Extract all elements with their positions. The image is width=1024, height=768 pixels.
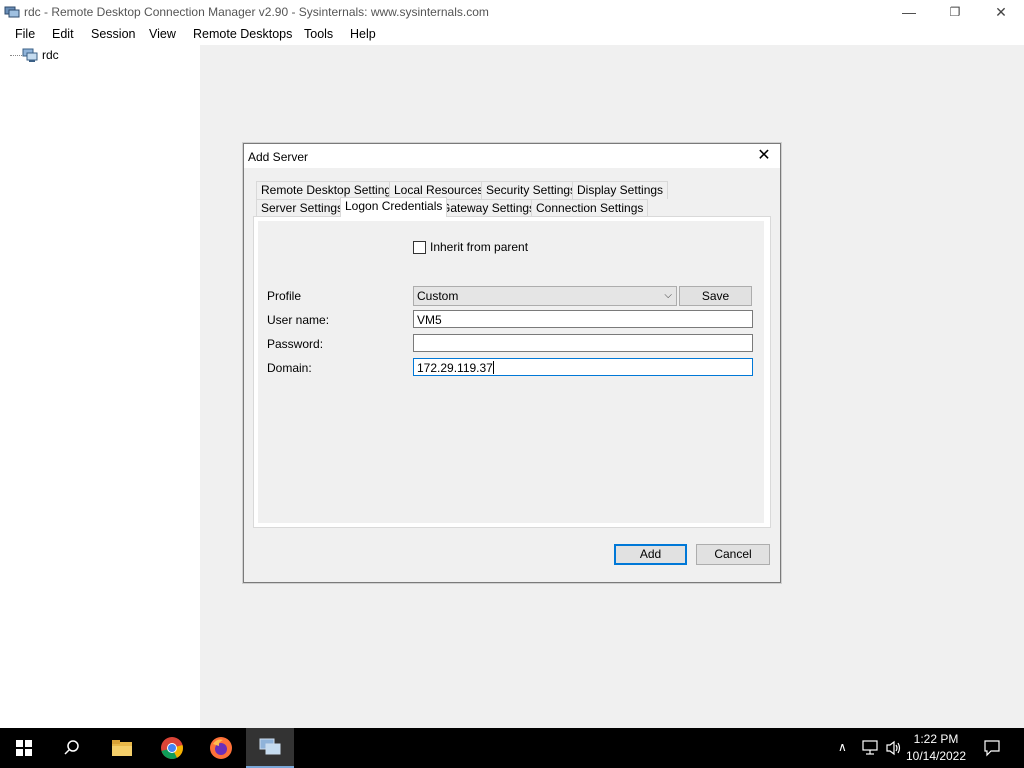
windows-start-icon[interactable] xyxy=(0,728,48,768)
inherit-from-parent-checkbox[interactable] xyxy=(413,241,426,254)
window-title: rdc - Remote Desktop Connection Manager … xyxy=(24,5,489,19)
menu-file[interactable]: File xyxy=(15,27,35,41)
search-icon[interactable] xyxy=(48,728,96,768)
menu-help[interactable]: Help xyxy=(350,27,376,41)
close-button[interactable]: ✕ xyxy=(978,0,1024,24)
menu-remote-desktops[interactable]: Remote Desktops xyxy=(193,27,292,41)
tab-connection-settings[interactable]: Connection Settings xyxy=(531,199,649,217)
password-field[interactable] xyxy=(413,334,753,352)
tree-connector xyxy=(10,55,22,56)
taskbar: ∧ 1:22 PM 10/14/2022 xyxy=(0,728,1024,768)
tab-display-settings[interactable]: Display Settings xyxy=(572,181,669,199)
rdcman-app-icon xyxy=(4,6,20,18)
clock-time: 1:22 PM xyxy=(913,732,959,746)
file-explorer-icon[interactable] xyxy=(98,728,146,768)
chevron-up-icon[interactable]: ∧ xyxy=(838,740,847,754)
add-button[interactable]: Add xyxy=(614,544,687,565)
tab-server-settings[interactable]: Server Settings xyxy=(256,199,349,217)
clock-date: 10/14/2022 xyxy=(905,749,967,763)
add-server-dialog: Add Server ✕ Remote Desktop Settings Loc… xyxy=(243,143,781,583)
tab-logon-credentials[interactable]: Logon Credentials xyxy=(340,197,448,217)
volume-icon[interactable] xyxy=(885,740,903,756)
text-caret xyxy=(492,361,494,374)
server-group-icon xyxy=(22,48,38,62)
tab-gateway-settings[interactable]: Gateway Settings xyxy=(436,199,541,217)
menu-view[interactable]: View xyxy=(149,27,176,41)
cancel-button[interactable]: Cancel xyxy=(696,544,770,565)
password-label: Password: xyxy=(267,337,324,351)
rdcman-icon[interactable] xyxy=(246,728,294,768)
menu-bar: File Edit Session View Remote Desktops T… xyxy=(0,24,1024,45)
menu-session[interactable]: Session xyxy=(91,27,135,41)
profile-dropdown-value: Custom xyxy=(417,289,459,303)
panel-body: Inherit from parent Profile Custom ⌵ Sav… xyxy=(258,221,764,523)
profile-dropdown[interactable]: Custom ⌵ xyxy=(413,286,677,306)
server-tree: rdc xyxy=(0,45,200,728)
menu-edit[interactable]: Edit xyxy=(52,27,74,41)
restore-button[interactable]: ❐ xyxy=(932,0,978,24)
dialog-titlebar: Add Server ✕ xyxy=(244,144,780,168)
network-icon[interactable] xyxy=(862,740,880,756)
username-field[interactable]: VM5 xyxy=(413,310,753,328)
tree-node-rdc[interactable]: rdc xyxy=(42,48,59,62)
logon-credentials-panel: Inherit from parent Profile Custom ⌵ Sav… xyxy=(253,216,771,528)
menu-tools[interactable]: Tools xyxy=(304,27,333,41)
chrome-icon[interactable] xyxy=(148,728,196,768)
profile-save-button[interactable]: Save xyxy=(679,286,752,306)
dialog-title: Add Server xyxy=(248,150,309,164)
tab-security-settings[interactable]: Security Settings xyxy=(481,181,582,199)
dialog-close-button[interactable]: ✕ xyxy=(754,147,774,165)
taskbar-clock[interactable]: 1:22 PM 10/14/2022 xyxy=(904,731,968,765)
firefox-icon[interactable] xyxy=(197,728,245,768)
profile-label: Profile xyxy=(267,289,302,303)
domain-label: Domain: xyxy=(267,361,312,375)
chevron-down-icon: ⌵ xyxy=(664,290,672,301)
notifications-icon[interactable] xyxy=(983,739,1001,757)
minimize-button[interactable]: — xyxy=(886,0,932,24)
domain-field[interactable]: 172.29.119.37 xyxy=(413,358,753,376)
username-label: User name: xyxy=(267,313,330,327)
window-titlebar: rdc - Remote Desktop Connection Manager … xyxy=(0,0,1024,24)
domain-field-value: 172.29.119.37 xyxy=(417,361,493,375)
inherit-from-parent-label: Inherit from parent xyxy=(430,240,529,254)
